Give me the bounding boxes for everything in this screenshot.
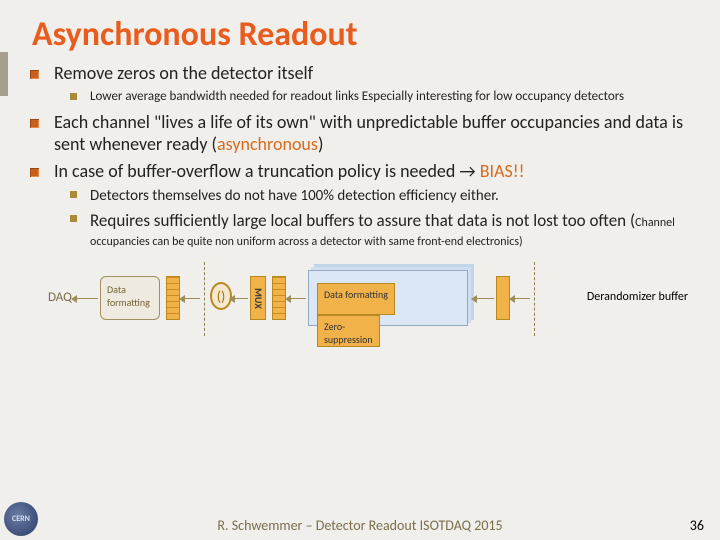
- buffer: [496, 276, 510, 320]
- inner-zero-suppression: Zero- suppression: [317, 315, 380, 347]
- arrow-icon: [290, 298, 306, 299]
- bullet-2-post: ): [318, 133, 323, 155]
- daq-label: DAQ: [48, 290, 72, 305]
- footer-text: R. Schwemmer – Detector Readout ISOTDAQ …: [0, 517, 720, 534]
- inner-data-formatting: Data formatting: [317, 283, 395, 315]
- arrow-icon: [476, 298, 494, 299]
- bullet-4-main: Requires sufficiently large local buffer…: [90, 210, 635, 231]
- processing-stack: Data formatting Zero- suppression: [308, 270, 468, 326]
- bullet-3: In case of buffer-overflow a truncation …: [48, 161, 702, 250]
- mux-block: MUX: [250, 276, 266, 320]
- dashed-line: [534, 262, 535, 336]
- arrow-icon: [76, 298, 98, 299]
- buffer-striped: [272, 276, 286, 320]
- bullet-1: Remove zeros on the detector itself Lowe…: [48, 63, 702, 106]
- derandomizer-label: Derandomizer buffer: [587, 290, 688, 304]
- arrow-icon: [514, 298, 530, 299]
- buffer-striped: [166, 276, 180, 320]
- page-number: 36: [690, 517, 704, 534]
- bullet-1-sub: Lower average bandwidth needed for reado…: [86, 89, 702, 106]
- bullet-3-pre: In case of buffer-overflow a truncation …: [54, 160, 480, 182]
- diagram: DAQ Data formatting () MUX Data formatti…: [48, 260, 702, 336]
- mux-label: MUX: [252, 288, 265, 309]
- arrow-icon: [234, 298, 248, 299]
- bullet-2: Each channel "lives a life of its own" w…: [48, 112, 702, 156]
- arrow-icon: [184, 298, 200, 299]
- side-tab: [0, 52, 8, 96]
- bullet-3-sub1: Detectors themselves do not have 100% de…: [86, 187, 702, 206]
- bullet-2-pre: Each channel "lives a life of its own" w…: [54, 111, 683, 155]
- dashed-line: [204, 262, 205, 336]
- box-data-formatting-left: Data formatting: [100, 276, 160, 320]
- bullet-3-orange: BIAS!!: [480, 160, 525, 182]
- bullet-list: Remove zeros on the detector itself Lowe…: [18, 63, 702, 250]
- slide-title: Asynchronous Readout: [32, 14, 702, 55]
- bullet-1-text: Remove zeros on the detector itself: [54, 62, 313, 84]
- bullet-4: Requires sufficiently large local buffer…: [86, 211, 702, 251]
- bullet-2-orange: asynchronous: [217, 133, 318, 155]
